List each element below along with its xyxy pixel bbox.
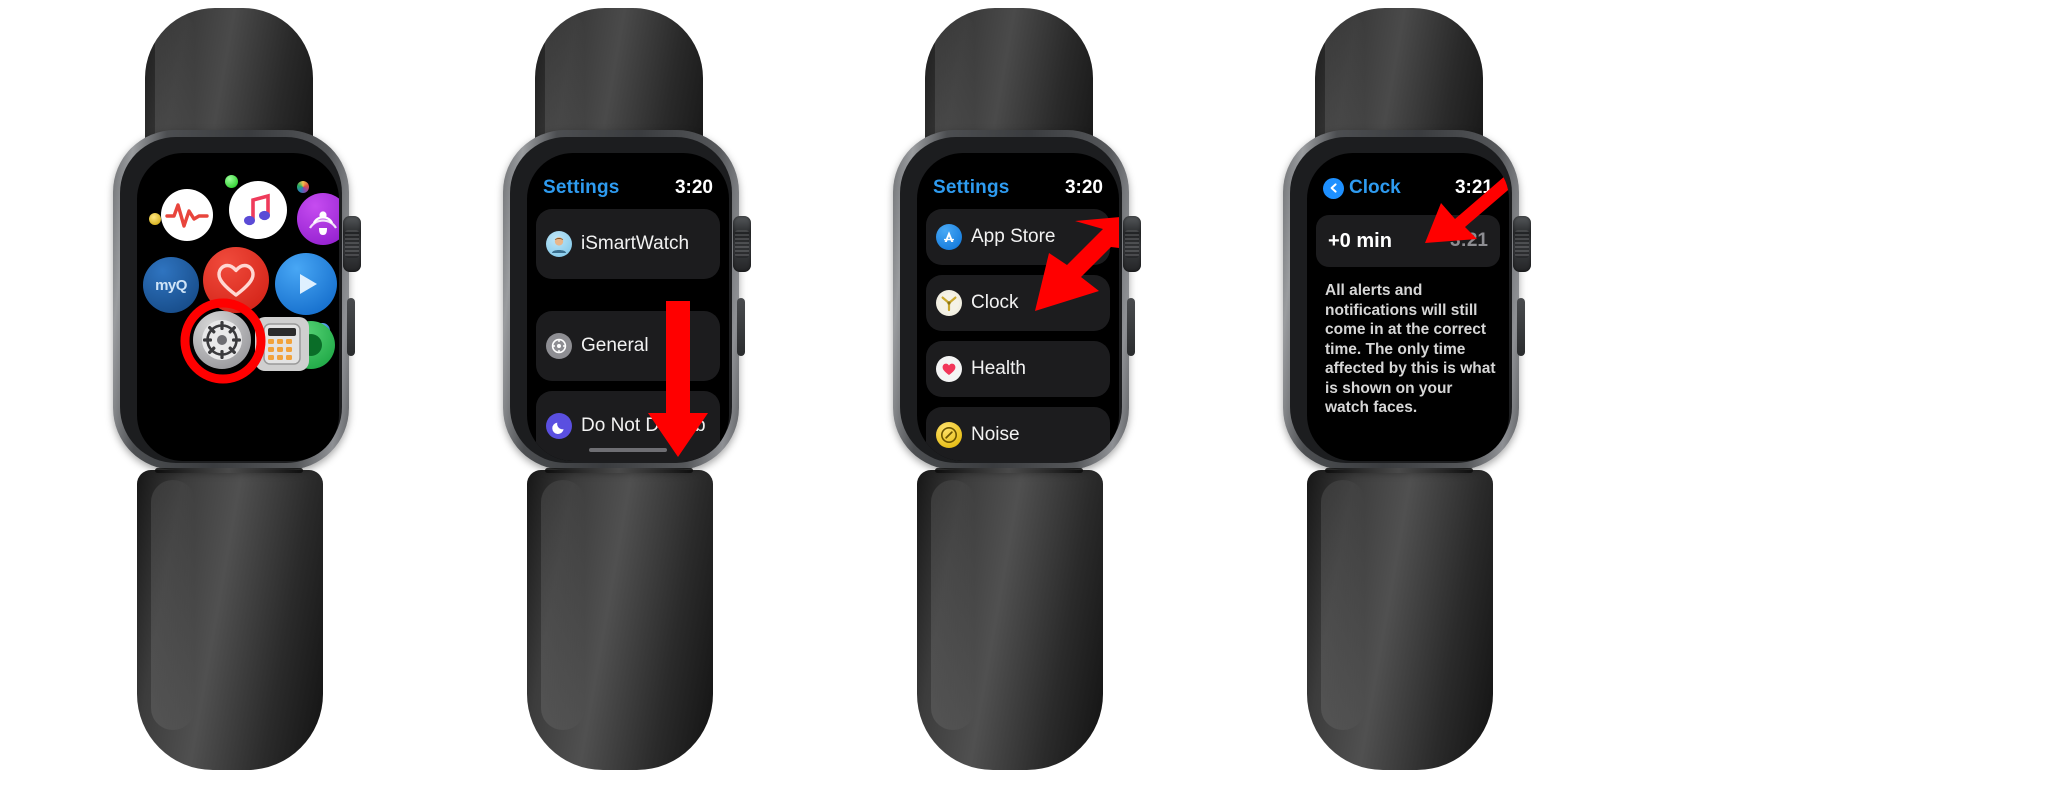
side-button[interactable] [1127,298,1135,356]
watch-band-bottom [527,470,713,770]
row-label: Noise [971,424,1020,445]
watch-3: Settings 3:20 App Store Clock Health Noi… [805,0,1205,811]
settings-list: App Store Clock Health Noise [926,209,1110,461]
watch-case: Settings 3:20 iSmartWatch General Do Not… [503,130,751,470]
settings-list: iSmartWatch General Do Not Disturb [536,209,720,461]
status-bar: Settings 3:20 [527,175,729,201]
offset-value: +0 min [1328,229,1392,252]
case-inner: Settings 3:20 App Store Clock Health Noi… [900,137,1122,463]
podcasts-icon [309,211,337,235]
app-dot-photos[interactable] [297,181,309,193]
row-label: Do Not Disturb [581,415,706,436]
status-bar: Clock 3:21 [1307,175,1509,201]
heart-icon [217,263,255,297]
home-indicator [589,448,667,452]
row-label: App Store [971,226,1056,247]
app-settings[interactable] [193,311,251,369]
row-label: General [581,335,649,356]
play-icon [300,274,317,294]
music-note-icon [244,193,270,226]
case-inner: Clock 3:21 +0 min 3:21 All alerts and no… [1290,137,1512,463]
digital-crown[interactable] [733,216,751,272]
clock-glyph-icon [939,293,959,313]
status-time: 3:20 [674,177,713,198]
watch-4: Clock 3:21 +0 min 3:21 All alerts and no… [1195,0,1595,811]
back-label[interactable]: Clock [1349,177,1401,199]
noise-glyph-icon [941,427,957,443]
time-offset-row[interactable]: +0 min 3:21 [1316,215,1500,267]
app-play[interactable] [275,253,337,315]
health-heart-glyph-icon [942,363,956,375]
side-button[interactable] [737,298,745,356]
band-seam-bottom [935,468,1083,473]
moon-glyph-icon [551,422,564,434]
explanatory-text: All alerts and notifications will still … [1325,282,1496,416]
calculator-icon [263,323,301,365]
row-app-store[interactable]: App Store [926,209,1110,265]
watch-1-screen: myQ [137,153,339,461]
row-label: Clock [971,292,1019,313]
app-podcasts[interactable] [297,193,339,245]
side-button[interactable] [347,298,355,356]
screen-title: Settings [933,177,1010,198]
watch-3-screen: Settings 3:20 App Store Clock Health Noi… [917,153,1119,461]
app-store-icon [936,224,962,250]
app-calculator[interactable] [255,317,309,371]
app-dot-yellow[interactable] [149,213,161,225]
noise-icon [936,422,962,448]
row-label: Health [971,358,1026,379]
app-dot-green[interactable] [225,175,238,188]
offset-section: +0 min 3:21 [1307,215,1509,267]
case-inner: Settings 3:20 iSmartWatch General Do Not… [510,137,732,463]
band-seam-bottom [155,468,303,473]
app-heart[interactable] [203,247,269,313]
back-chevron-icon[interactable] [1323,177,1344,199]
gear-icon [202,320,242,360]
status-bar: Settings 3:20 [917,175,1119,201]
avatar-face-icon [552,237,566,253]
chevron-left-icon [1330,183,1337,193]
row-ismartwatch[interactable]: iSmartWatch [536,209,720,279]
watch-band-bottom [917,470,1103,770]
row-general[interactable]: General [536,311,720,381]
row-noise[interactable]: Noise [926,407,1110,461]
watch-band-bottom [137,470,323,770]
health-heart-icon [936,356,962,382]
case-inner: myQ [120,137,342,463]
digital-crown[interactable] [343,216,361,272]
app-store-glyph-icon [944,231,954,242]
app-grid: myQ [137,153,339,461]
avatar-icon [546,231,572,257]
gear-glyph-icon [551,338,567,354]
watch-band-bottom [1307,470,1493,770]
app-heart-rate[interactable] [161,189,213,241]
digital-crown[interactable] [1513,216,1531,272]
app-music[interactable] [229,181,287,239]
offset-time: 3:21 [1449,230,1488,251]
side-button[interactable] [1517,298,1525,356]
watch-2-screen: Settings 3:20 iSmartWatch General Do Not… [527,153,729,461]
watch-case: Clock 3:21 +0 min 3:21 All alerts and no… [1283,130,1531,470]
app-myq[interactable]: myQ [143,257,199,313]
row-label: iSmartWatch [581,233,690,254]
clock-icon [936,290,962,316]
gear-icon [546,333,572,359]
screen-title: Settings [543,177,620,198]
watch-2: Settings 3:20 iSmartWatch General Do Not… [415,0,815,811]
list-gap [536,289,720,311]
band-seam-bottom [545,468,693,473]
band-seam-bottom [1325,468,1473,473]
moon-icon [546,413,572,439]
row-health[interactable]: Health [926,341,1110,397]
tutorial-image: myQ Settings 3:20 iSmartWatch General Do… [0,0,2048,811]
status-time: 3:21 [1454,177,1493,198]
digital-crown[interactable] [1123,216,1141,272]
row-clock[interactable]: Clock [926,275,1110,331]
watch-case: myQ [113,130,361,470]
watch-1: myQ [25,0,425,811]
watch-4-screen: Clock 3:21 +0 min 3:21 All alerts and no… [1307,153,1509,461]
heart-rate-icon [165,203,209,228]
status-time: 3:20 [1064,177,1103,198]
watch-case: Settings 3:20 App Store Clock Health Noi… [893,130,1141,470]
